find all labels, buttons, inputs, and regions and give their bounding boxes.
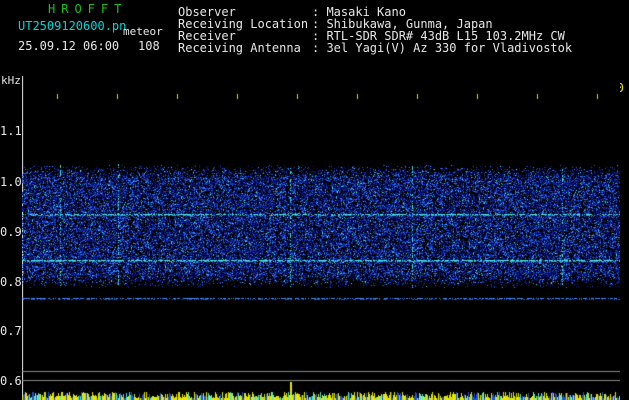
freq-unit-label: kHz	[1, 74, 21, 87]
freq-tick: 1.1	[0, 124, 22, 138]
info-key-antenna: Receiving Antenna	[178, 41, 301, 55]
mode-label: meteor	[123, 25, 163, 38]
freq-tick: 0.9	[0, 225, 22, 239]
header: HROFFT UT2509120600.pn meteor 25.09.12 0…	[0, 0, 629, 62]
freq-tick: 0.8	[0, 275, 22, 289]
info-value-antenna: : 3el Yagi(V) Az 330 for Vladivostok	[312, 41, 573, 55]
freq-tick: 0.7	[0, 324, 22, 338]
app-title: HROFFT	[48, 2, 128, 16]
datetime: 25.09.12 06:00	[18, 39, 120, 53]
freq-tick: 0.6	[0, 374, 22, 388]
count: 108	[138, 39, 160, 53]
filename: UT2509120600.pn	[18, 19, 127, 33]
spectrogram-plot	[22, 76, 620, 400]
freq-tick: 1.0	[0, 175, 22, 189]
spectrogram-canvas	[22, 76, 620, 400]
